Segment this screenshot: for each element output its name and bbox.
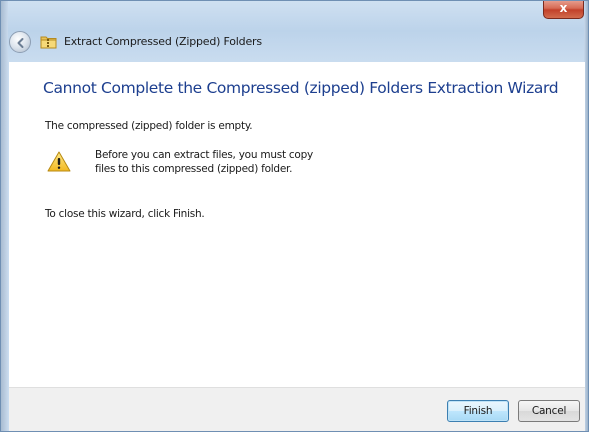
close-instruction: To close this wizard, click Finish. [45, 208, 205, 220]
back-button[interactable] [9, 31, 31, 53]
wizard-content: Cannot Complete the Compressed (zipped) … [9, 62, 585, 387]
wizard-footer: Finish Cancel [9, 387, 585, 431]
wizard-window: x Extract Compressed (Zipped) Folders Ca… [0, 0, 589, 432]
copy-files-message-line1: Before you can extract files, you must c… [95, 149, 313, 161]
navigation-bar: Extract Compressed (Zipped) Folders [1, 22, 588, 62]
page-heading: Cannot Complete the Compressed (zipped) … [43, 79, 559, 97]
back-arrow-icon [17, 38, 24, 48]
finish-button[interactable]: Finish [447, 400, 509, 422]
close-icon: x [559, 1, 568, 15]
copy-files-message-line2: files to this compressed (zipped) folder… [95, 163, 293, 175]
wizard-title: Extract Compressed (Zipped) Folders [64, 35, 262, 48]
cancel-button[interactable]: Cancel [518, 400, 580, 422]
warning-icon [47, 151, 71, 176]
window-left-frame [1, 1, 8, 431]
empty-folder-message: The compressed (zipped) folder is empty. [45, 120, 253, 132]
zipped-folder-icon [40, 34, 58, 54]
close-button[interactable]: x [543, 1, 584, 19]
